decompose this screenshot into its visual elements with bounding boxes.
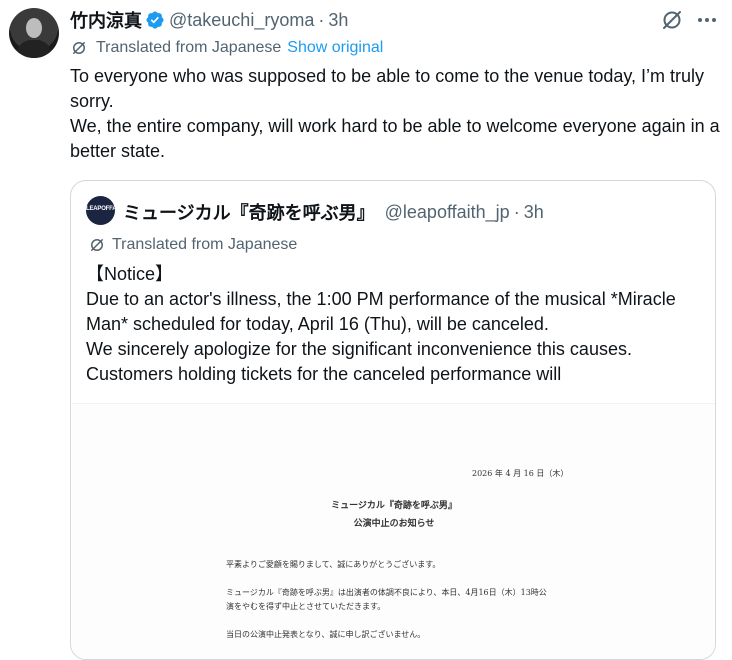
translate-icon — [73, 42, 85, 54]
separator-dot: · — [318, 9, 325, 30]
quote-header: ミュージカル『奇跡を呼ぶ男』 @leapoffaith_jp · 3h — [123, 199, 544, 225]
grok-icon[interactable] — [660, 8, 684, 32]
notice-paragraph: 当日の公演中止発表となり、誠に申し訳ございません。 — [226, 630, 426, 639]
notice-paragraph: ミュージカル『奇跡を呼ぶ男』は出演者の体調不良により、本日、4月16日（木）13… — [226, 588, 547, 597]
notice-paragraph: 平素よりご愛顧を賜りまして、誠にありがとうございます。 — [226, 560, 441, 569]
translate-icon — [91, 239, 103, 251]
quote-handle: @leapoffaith_jp — [384, 201, 510, 222]
quote-text: 【Notice】 Due to an actor's illness, the … — [86, 262, 706, 387]
timestamp[interactable]: 3h — [328, 10, 348, 31]
quote-display-name: ミュージカル『奇跡を呼ぶ男』 — [123, 203, 375, 223]
translated-label: Translated from Japanese — [96, 39, 282, 56]
notice-paragraph: 演をやむを得ず中止とさせていただきます。 — [226, 602, 386, 611]
quote-text-line: 【Notice】 — [86, 264, 174, 284]
quote-avatar-logo-text: LEAPOFFAITH — [86, 206, 115, 212]
verified-badge-icon — [146, 11, 164, 29]
avatar[interactable] — [9, 8, 59, 58]
quote-timestamp: 3h — [523, 201, 544, 222]
notice-subtitle: 公演中止のお知らせ — [353, 519, 435, 529]
quote-avatar[interactable]: LEAPOFFAITH — [86, 196, 115, 225]
avatar-body — [17, 40, 51, 58]
tweet-text: To everyone who was supposed to be able … — [70, 64, 720, 164]
quote-translation-note: Translated from Japanese — [88, 236, 297, 254]
tweet-header: 竹内涼真 @takeuchi_ryoma · 3h — [70, 8, 348, 32]
display-name[interactable]: 竹内涼真 — [70, 7, 142, 33]
handle[interactable]: @takeuchi_ryoma — [169, 10, 314, 31]
attached-notice-image[interactable]: 2026 年 4 月 16 日（木） ミュージカル『奇跡を呼ぶ男』 公演中止のお… — [72, 403, 715, 659]
quote-text-line: We sincerely apologize for the significa… — [86, 339, 632, 359]
avatar-face — [26, 18, 42, 38]
more-icon[interactable] — [694, 8, 720, 32]
show-original-link[interactable]: Show original — [287, 39, 383, 57]
tweet-text-line: To everyone who was supposed to be able … — [70, 66, 705, 111]
notice-title: ミュージカル『奇跡を呼ぶ男』 — [331, 501, 457, 511]
tweet-text-line: We, the entire company, will work hard t… — [70, 116, 720, 161]
quoted-tweet[interactable]: LEAPOFFAITH ミュージカル『奇跡を呼ぶ男』 @leapoffaith_… — [70, 180, 716, 660]
quote-translated-label: Translated from Japanese — [112, 236, 298, 253]
quote-text-line: Due to an actor's illness, the 1:00 PM p… — [86, 289, 676, 334]
quote-text-line: Customers holding tickets for the cancel… — [86, 364, 562, 384]
translation-note: Translated from Japanese Show original — [70, 39, 383, 57]
notice-date: 2026 年 4 月 16 日（木） — [472, 469, 569, 478]
quote-separator-dot: · — [513, 201, 520, 222]
